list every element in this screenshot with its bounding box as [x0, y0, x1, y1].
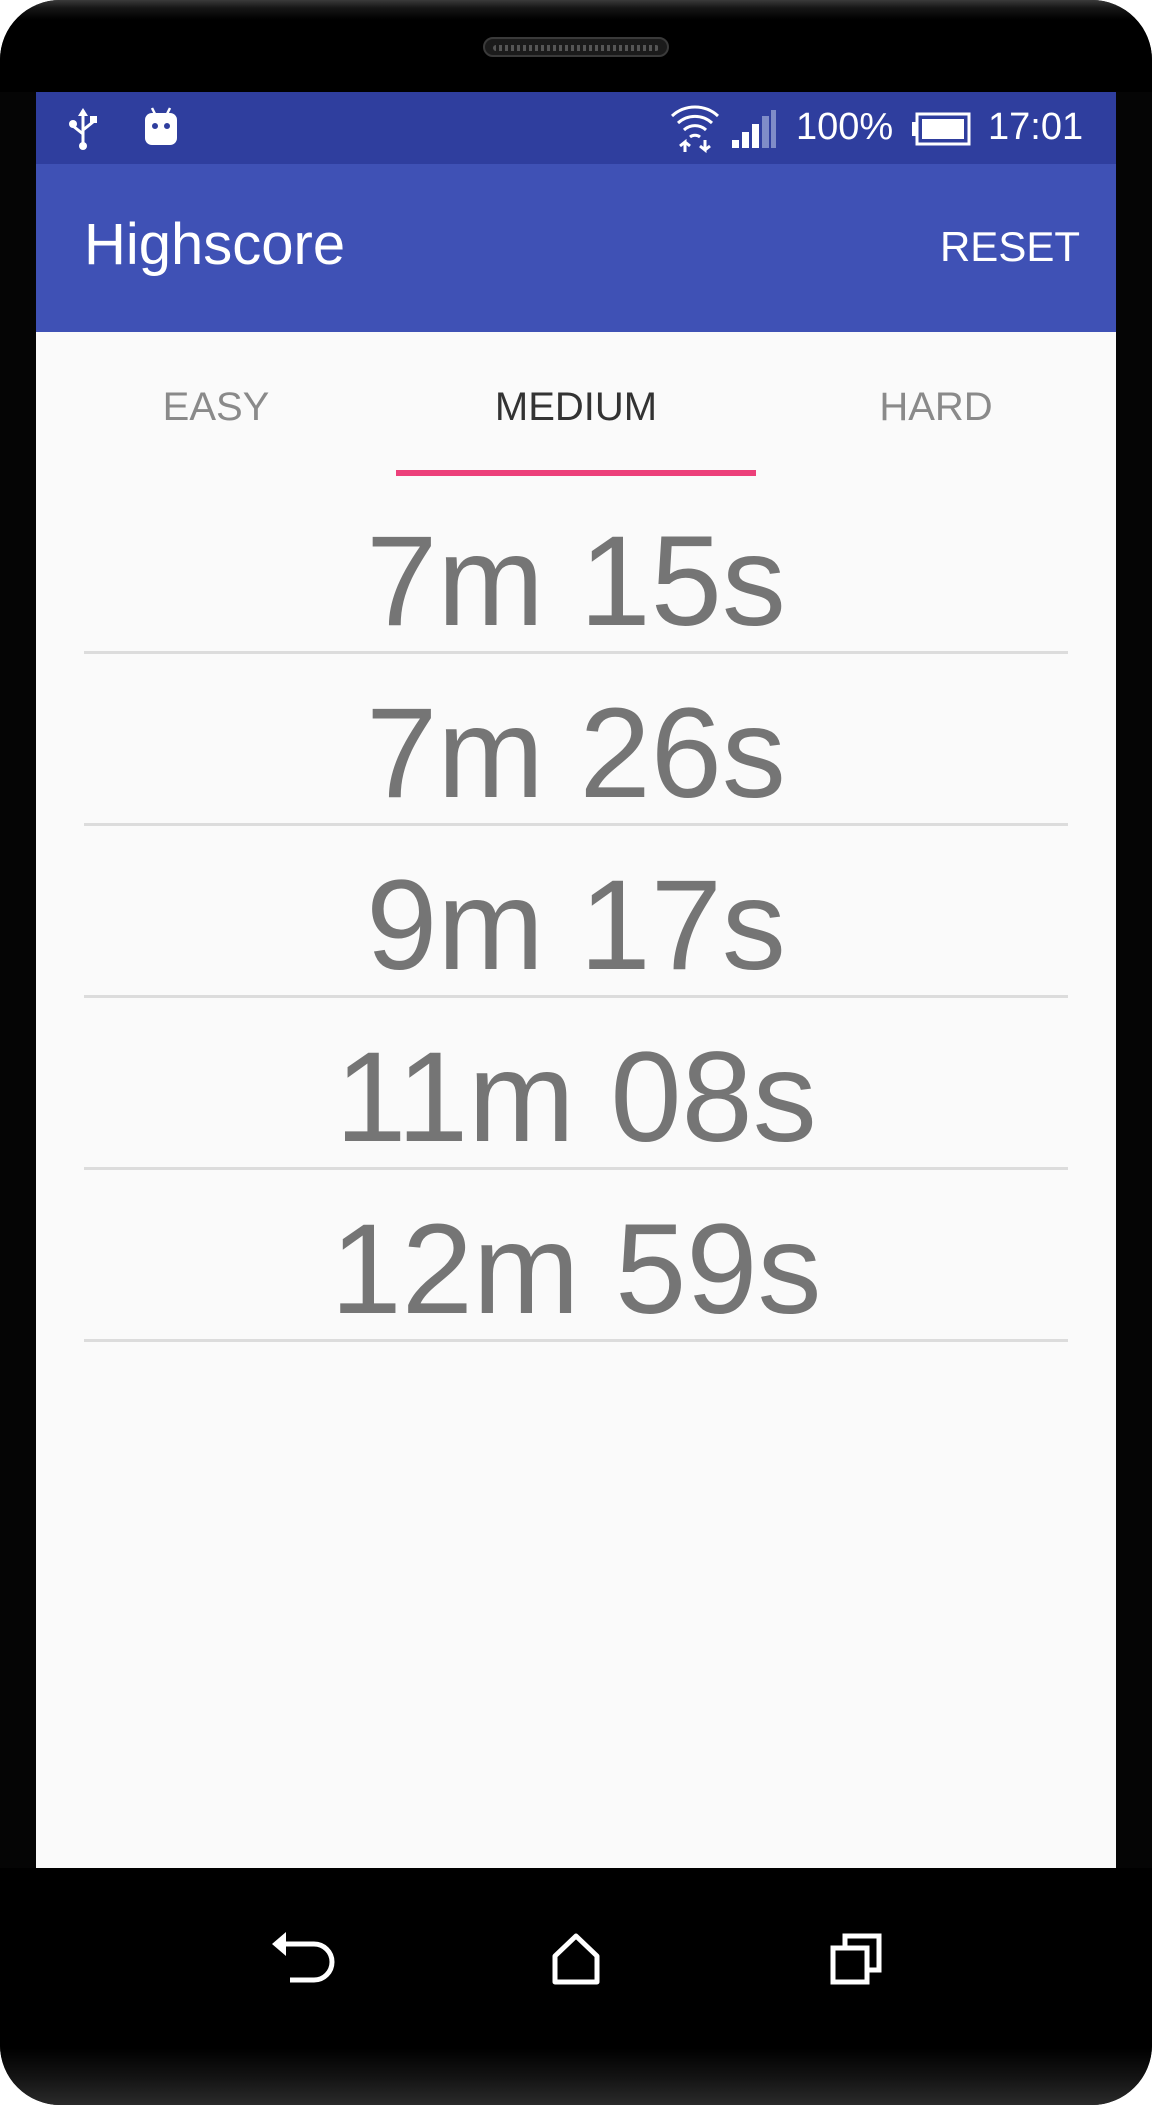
screen: 100% 17:01 Highscore RESET EASY MEDIUM H…: [36, 92, 1116, 1868]
wifi-icon: [668, 102, 722, 159]
navigation-bar: [0, 1868, 1152, 2048]
tab-medium[interactable]: MEDIUM: [396, 332, 756, 482]
score-row-2: 7m 26s: [84, 654, 1068, 826]
score-row-3: 9m 17s: [84, 826, 1068, 998]
tab-easy[interactable]: EASY: [36, 332, 396, 482]
recents-icon[interactable]: [811, 1914, 901, 2004]
battery-percent: 100%: [796, 106, 894, 148]
app-bar: Highscore RESET: [36, 164, 1116, 332]
bottom-bezel: [0, 2048, 1152, 2105]
tab-hard[interactable]: HARD: [756, 332, 1116, 482]
page-title: Highscore: [84, 212, 346, 277]
android-debug-icon: [142, 104, 180, 153]
phone-frame: 100% 17:01 Highscore RESET EASY MEDIUM H…: [0, 0, 1152, 2105]
score-row-4: 11m 08s: [84, 998, 1068, 1170]
signal-icon: [730, 110, 778, 155]
speaker-grille: [483, 37, 669, 57]
score-row-5: 12m 59s: [84, 1170, 1068, 1342]
usb-icon: [68, 106, 98, 155]
back-icon[interactable]: [252, 1914, 342, 2004]
home-icon[interactable]: [531, 1914, 621, 2004]
reset-button[interactable]: RESET: [940, 226, 1080, 268]
top-bezel: [0, 0, 1152, 92]
tab-indicator: [396, 470, 756, 476]
battery-icon: [912, 112, 972, 151]
difficulty-tabs: EASY MEDIUM HARD: [36, 332, 1116, 482]
clock: 17:01: [988, 106, 1084, 148]
status-bar: 100% 17:01: [36, 92, 1116, 164]
score-row-1: 7m 15s: [84, 482, 1068, 654]
score-list: 7m 15s 7m 26s 9m 17s 11m 08s 12m 59s: [84, 482, 1068, 1342]
